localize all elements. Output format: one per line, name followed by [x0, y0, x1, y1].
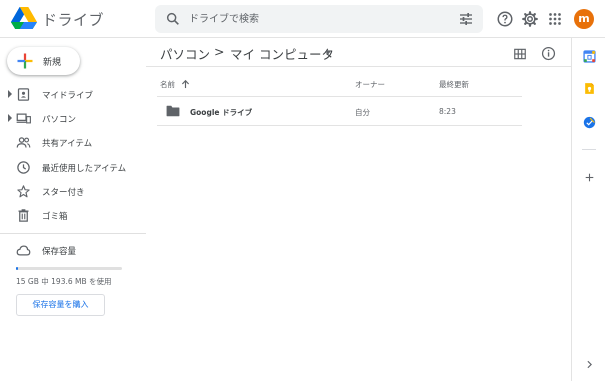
- sidebar-item-label: スター付き: [42, 188, 85, 198]
- row-modified: 8:23: [439, 107, 456, 116]
- folder-icon: [166, 105, 180, 117]
- calendar-icon[interactable]: [583, 50, 596, 63]
- computers-icon: [16, 113, 31, 124]
- breadcrumb-root[interactable]: パソコン: [160, 44, 210, 63]
- sidebar-divider: [0, 233, 146, 234]
- storage-usage-text: 15 GB 中 193.6 MB を使用: [16, 277, 112, 286]
- sidebar-item-label: パソコン: [42, 115, 77, 125]
- buy-storage-button[interactable]: 保存容量を購入: [16, 294, 105, 316]
- sidebar-item-trash[interactable]: ゴミ箱: [0, 204, 146, 226]
- column-header-name[interactable]: 名前: [160, 79, 175, 90]
- sidebar-item-label: ゴミ箱: [42, 212, 68, 222]
- apps-grid-icon[interactable]: [546, 10, 564, 28]
- new-button-label: 新規: [43, 58, 62, 68]
- info-icon[interactable]: [541, 46, 556, 61]
- row-owner: 自分: [355, 108, 370, 117]
- row-name: Google ドライブ: [190, 108, 253, 117]
- chevron-right-icon[interactable]: [583, 358, 596, 371]
- settings-gear-icon[interactable]: [521, 10, 539, 28]
- sidebar-item-label: マイドライブ: [42, 91, 94, 101]
- search-input[interactable]: [189, 9, 439, 29]
- expand-caret-icon[interactable]: [7, 114, 13, 122]
- table-row[interactable]: Google ドライブ 自分 8:23: [157, 97, 522, 125]
- new-button[interactable]: 新規: [7, 47, 80, 75]
- side-panel: [571, 38, 605, 381]
- shared-icon: [16, 137, 31, 148]
- trash-icon: [18, 209, 29, 222]
- search-options-icon[interactable]: [458, 11, 474, 27]
- sidebar-item-my-drive[interactable]: マイドライブ: [0, 83, 146, 105]
- main-header-divider: [146, 66, 571, 67]
- sidebar-item-starred[interactable]: スター付き: [0, 180, 146, 202]
- top-header: ドライブ ドライブで検索 m: [0, 0, 605, 38]
- side-panel-divider: [582, 149, 596, 150]
- search-bar[interactable]: [155, 5, 483, 33]
- cloud-icon: [16, 245, 31, 256]
- sidebar-item-recent[interactable]: 最近使用したアイテム: [0, 156, 146, 178]
- drive-logo-icon[interactable]: [11, 7, 37, 29]
- keep-icon[interactable]: [583, 82, 596, 95]
- account-avatar[interactable]: m: [574, 9, 594, 29]
- breadcrumb-separator: >: [214, 44, 225, 59]
- chevron-down-icon[interactable]: [324, 50, 332, 56]
- search-icon[interactable]: [165, 11, 181, 27]
- sidebar-item-storage[interactable]: 保存容量: [0, 239, 146, 261]
- column-header-modified[interactable]: 最終更新: [439, 79, 469, 90]
- column-header-owner[interactable]: オーナー: [355, 79, 385, 90]
- sidebar-item-label: 最近使用したアイテム: [42, 164, 127, 174]
- sidebar-item-label: 共有アイテム: [42, 139, 93, 149]
- my-drive-icon: [17, 88, 30, 101]
- expand-caret-icon[interactable]: [7, 90, 13, 98]
- add-addon-plus-icon[interactable]: [583, 171, 596, 184]
- clock-icon: [17, 161, 30, 174]
- plus-icon: [17, 53, 33, 69]
- sidebar-item-shared[interactable]: 共有アイテム: [0, 131, 146, 153]
- grid-view-icon[interactable]: [513, 47, 527, 61]
- row-divider: [157, 125, 522, 126]
- storage-progress-bar: [16, 267, 122, 270]
- star-icon: [17, 185, 30, 198]
- storage-label: 保存容量: [42, 247, 77, 257]
- sort-arrow-up-icon[interactable]: [181, 79, 190, 89]
- sidebar-item-computers[interactable]: パソコン: [0, 107, 146, 129]
- help-icon[interactable]: [496, 10, 514, 28]
- breadcrumb-current[interactable]: マイ コンピュータ: [230, 44, 334, 63]
- tasks-icon[interactable]: [583, 116, 596, 129]
- storage-progress-fill: [16, 267, 18, 270]
- app-title: ドライブ: [42, 11, 105, 29]
